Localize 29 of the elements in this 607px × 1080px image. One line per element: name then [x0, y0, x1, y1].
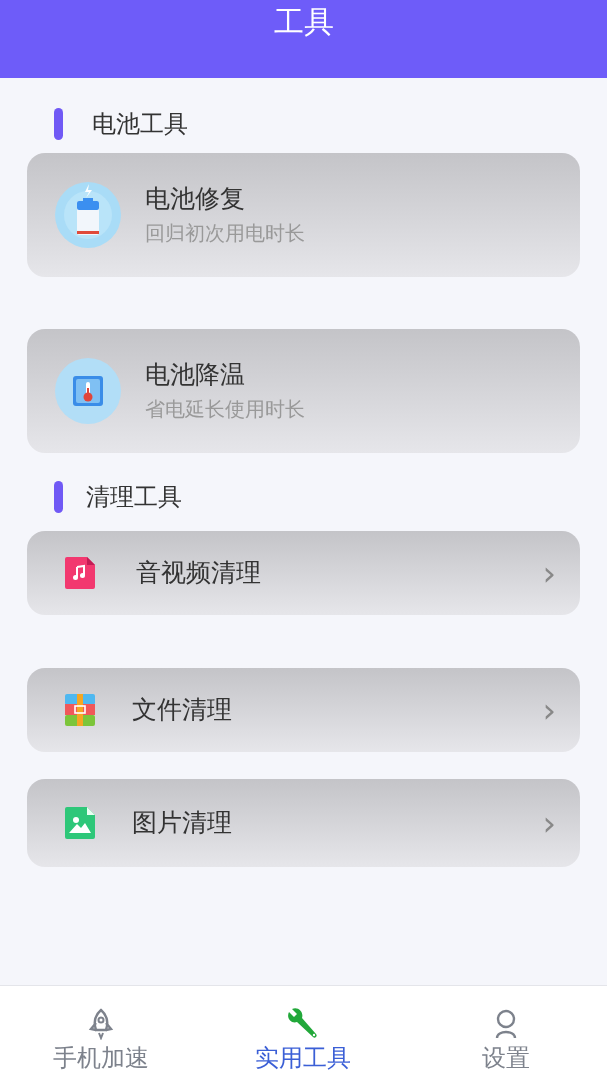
tab-item[interactable]: 手机加速 [0, 986, 203, 1080]
tool-row[interactable]: 文件清理 › [27, 668, 580, 752]
row-label: 图片清理 [132, 807, 233, 840]
card-subtitle: 回归初次用电时长 [145, 220, 305, 247]
battery-icon [55, 182, 121, 248]
image-file-icon [65, 807, 95, 839]
section-marker [54, 481, 63, 513]
header-title: 工具 [273, 3, 334, 41]
chevron-icon: › [542, 806, 556, 840]
card-title: 电池降温 [145, 359, 246, 391]
tool-row[interactable]: 音视频清理 › [27, 531, 580, 615]
section-title: 电池工具 [92, 109, 188, 140]
tab-item[interactable]: 设置 [404, 986, 607, 1080]
card-subtitle: 省电延长使用时长 [145, 396, 305, 423]
rocket-icon [87, 1008, 116, 1040]
row-label: 文件清理 [132, 694, 233, 727]
tab-item[interactable]: 实用工具 [202, 986, 405, 1080]
section-marker [54, 108, 63, 140]
section-title: 清理工具 [86, 482, 182, 513]
tool-card[interactable]: 电池修复 回归初次用电时长 [27, 153, 580, 277]
tool-row[interactable]: 图片清理 › [27, 779, 580, 867]
tool-card[interactable]: 电池降温 省电延长使用时长 [27, 329, 580, 453]
thermometer-icon [55, 358, 121, 424]
music-file-icon [65, 557, 95, 589]
row-label: 音视频清理 [136, 557, 262, 590]
archive-icon [65, 694, 95, 726]
chevron-icon: › [542, 556, 556, 590]
chevron-icon: › [542, 693, 556, 727]
card-title: 电池修复 [145, 183, 246, 215]
